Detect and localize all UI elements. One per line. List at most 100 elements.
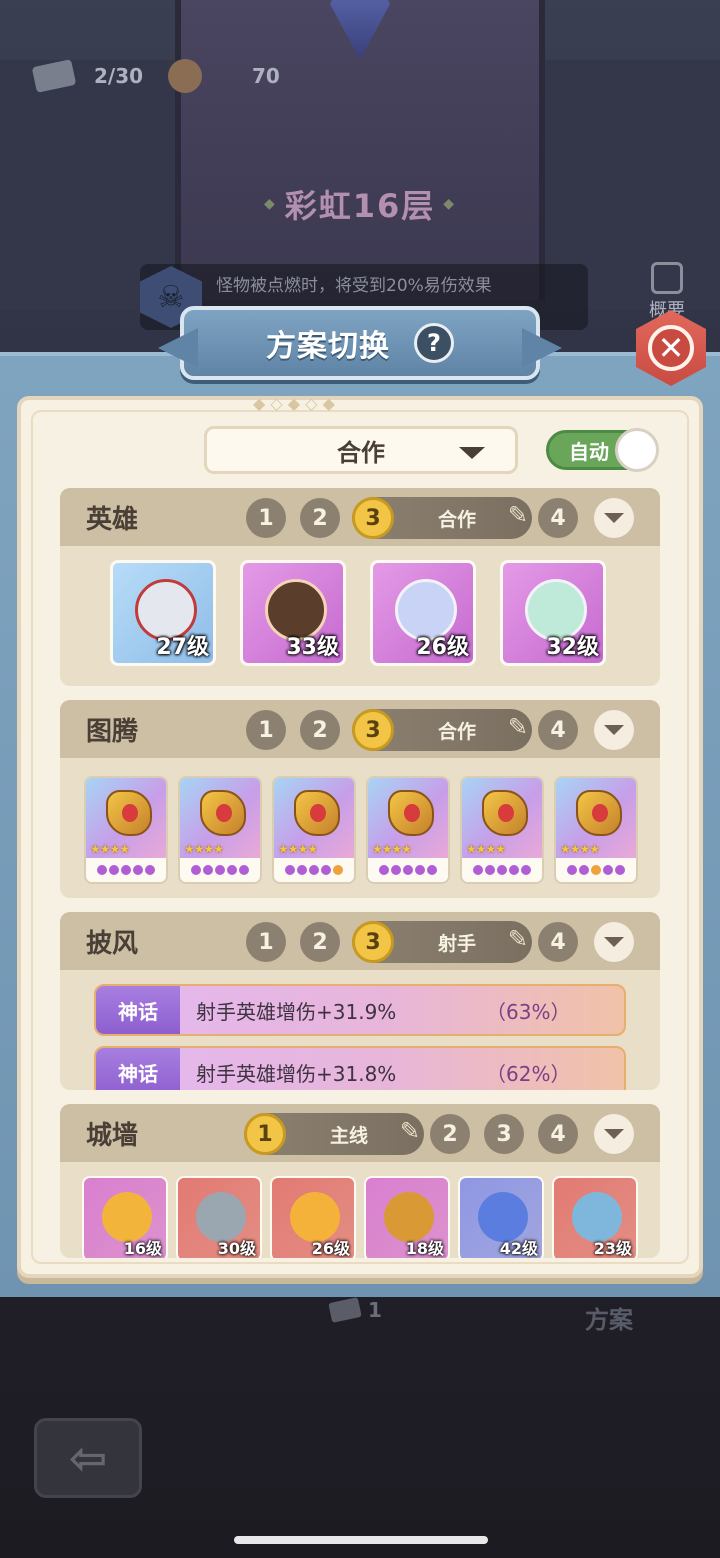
section-expand-button[interactable] <box>594 922 634 962</box>
active-slot-name: 主线 <box>330 1124 369 1147</box>
mode-dropdown-value: 合作 <box>337 438 385 467</box>
quill-icon: ✎ <box>507 925 528 953</box>
plan-button[interactable]: 方案 <box>576 1300 642 1335</box>
section-cloak: 披风 1 2 3 射手 ✎ 4 神话 射手英雄增伤+31.9% （63%） 神话… <box>60 912 660 1090</box>
slot-button-4[interactable]: 4 <box>538 710 578 750</box>
gem-dot <box>191 865 201 875</box>
slot-button-active[interactable]: 3 合作 ✎ <box>352 709 532 751</box>
gem-dot <box>415 865 425 875</box>
home-indicator[interactable] <box>234 1536 488 1544</box>
wall-item-level: 42级 <box>499 1239 538 1258</box>
section-wall: 城墙 1 主线 ✎ 2 3 4 16级 30级 26级 18级 42级 23级 <box>60 1104 660 1258</box>
totem-art: ★★★★ <box>462 778 542 858</box>
section-expand-button[interactable] <box>594 1114 634 1154</box>
gem-slots <box>556 858 636 882</box>
totem-item-icon <box>294 790 340 836</box>
plan-count-value: 1 <box>368 1298 382 1322</box>
totem-card[interactable]: ★★★★ <box>554 776 638 884</box>
wall-card[interactable]: 26级 <box>270 1176 356 1258</box>
gem-dot <box>509 865 519 875</box>
active-slot-number: 3 <box>352 497 394 539</box>
slot-button-4[interactable]: 4 <box>538 1114 578 1154</box>
mode-dropdown[interactable]: 合作 <box>204 426 518 474</box>
hero-card[interactable]: 32级 <box>500 560 606 666</box>
gem-slots <box>462 858 542 882</box>
ticket-counter: 2/30 <box>31 58 143 94</box>
gem-dot <box>591 865 601 875</box>
auto-toggle-label: 自动 <box>569 439 609 464</box>
active-slot-name: 合作 <box>438 508 477 531</box>
gem-dot <box>579 865 589 875</box>
gem-dot <box>391 865 401 875</box>
modal-title-ribbon: 方案切换 ? <box>180 306 540 380</box>
wall-card[interactable]: 18级 <box>364 1176 450 1258</box>
totem-card[interactable]: ★★★★ <box>178 776 262 884</box>
section-cloak-header: 披风 1 2 3 射手 ✎ 4 <box>60 912 660 970</box>
hero-card[interactable]: 26级 <box>370 560 476 666</box>
slot-button-1[interactable]: 1 <box>246 498 286 538</box>
active-slot-name: 合作 <box>438 720 477 743</box>
gem-dot <box>215 865 225 875</box>
cloak-stat-text: 射手英雄增伤+31.8% <box>196 1061 397 1086</box>
slot-button-2[interactable]: 2 <box>430 1114 470 1154</box>
section-totems-header: 图腾 1 2 3 合作 ✎ 4 <box>60 700 660 758</box>
rarity-tag: 神话 <box>96 1048 180 1090</box>
slot-button-1[interactable]: 1 <box>246 922 286 962</box>
hero-card[interactable]: 33级 <box>240 560 346 666</box>
wall-card[interactable]: 30级 <box>176 1176 262 1258</box>
gem-dot <box>497 865 507 875</box>
totem-card[interactable]: ★★★★ <box>272 776 356 884</box>
auto-toggle[interactable]: 自动 <box>546 428 659 472</box>
totem-item-icon <box>200 790 246 836</box>
slot-button-4[interactable]: 4 <box>538 922 578 962</box>
slot-button-2[interactable]: 2 <box>300 498 340 538</box>
ticket-icon <box>31 59 77 93</box>
slot-button-2[interactable]: 2 <box>300 710 340 750</box>
back-arrow-icon: ⇦ <box>68 1431 108 1485</box>
active-slot-name: 射手 <box>438 932 477 955</box>
slot-button-1[interactable]: 1 <box>246 710 286 750</box>
cloak-stat-percent: （63%） <box>486 999 571 1024</box>
slot-button-2[interactable]: 2 <box>300 922 340 962</box>
ornament-icon: ◆ ◇ ◆ ◇ ◆ <box>253 394 335 413</box>
gem-dot <box>109 865 119 875</box>
hero-card[interactable]: 27级 <box>110 560 216 666</box>
active-slot-number: 3 <box>352 921 394 963</box>
slot-button-4[interactable]: 4 <box>538 498 578 538</box>
gem-dot <box>133 865 143 875</box>
chevron-down-icon <box>459 447 485 459</box>
slot-button-active[interactable]: 3 合作 ✎ <box>352 497 532 539</box>
gem-slots <box>368 858 448 882</box>
hero-level: 33级 <box>286 635 339 660</box>
star-rating: ★★★★ <box>372 842 412 856</box>
section-expand-button[interactable] <box>594 498 634 538</box>
food-counter: 70 <box>168 58 280 94</box>
hero-level: 32级 <box>546 635 599 660</box>
wall-card[interactable]: 42级 <box>458 1176 544 1258</box>
cloak-stat-row[interactable]: 神话 射手英雄增伤+31.9% （63%） <box>94 984 626 1036</box>
ticket-small-icon <box>328 1297 362 1323</box>
section-totems: 图腾 1 2 3 合作 ✎ 4 ★★★★ ★★★★ ★★★★ ★★★★ ★★★★ ★★★★ <box>60 700 660 898</box>
totem-art: ★★★★ <box>556 778 636 858</box>
cloak-stat-text: 射手英雄增伤+31.9% <box>196 999 397 1024</box>
chevron-down-icon <box>604 725 624 735</box>
totem-card[interactable]: ★★★★ <box>84 776 168 884</box>
wall-card[interactable]: 16级 <box>82 1176 168 1258</box>
help-button[interactable]: ? <box>414 323 454 363</box>
slot-button-active[interactable]: 3 射手 ✎ <box>352 921 532 963</box>
wall-card[interactable]: 23级 <box>552 1176 638 1258</box>
totem-art: ★★★★ <box>180 778 260 858</box>
back-button[interactable]: ⇦ <box>34 1418 142 1498</box>
slot-button-3[interactable]: 3 <box>484 1114 524 1154</box>
totem-card[interactable]: ★★★★ <box>366 776 450 884</box>
gem-dot <box>333 865 343 875</box>
slot-button-active[interactable]: 1 主线 ✎ <box>244 1113 424 1155</box>
section-expand-button[interactable] <box>594 710 634 750</box>
cloak-stat-row[interactable]: 神话 射手英雄增伤+31.8% （62%） <box>94 1046 626 1090</box>
chevron-down-icon <box>604 937 624 947</box>
monster-tip-text: 怪物被点燃时，将受到20%易伤效果 <box>216 275 492 296</box>
totem-card[interactable]: ★★★★ <box>460 776 544 884</box>
rarity-tag: 神话 <box>96 986 180 1034</box>
gem-dot <box>567 865 577 875</box>
gem-dot <box>309 865 319 875</box>
